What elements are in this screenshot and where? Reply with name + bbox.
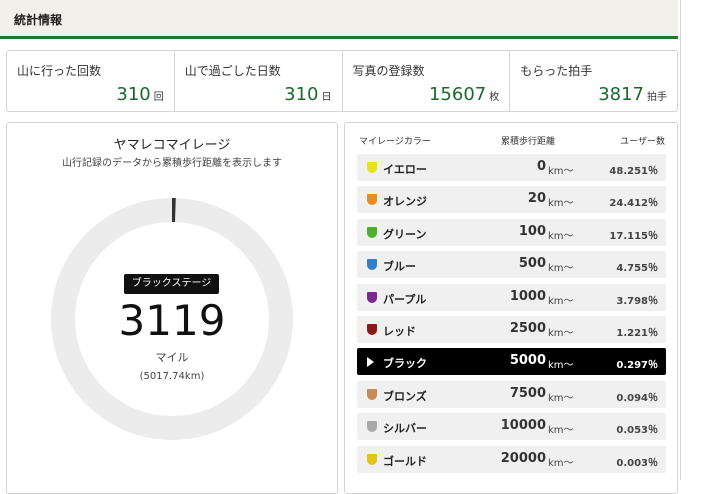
stat-value: 3817 xyxy=(598,84,644,105)
color-badge-icon xyxy=(367,194,377,206)
color-name: グリーン xyxy=(383,227,427,241)
distance-unit: km〜 xyxy=(548,166,574,177)
table-row: ブラック 5000 km〜 0.297％ xyxy=(357,348,666,376)
stat-unit: 日 xyxy=(321,92,332,103)
stat-photo-count: 写真の登録数 15607 枚 xyxy=(341,51,510,111)
color-name: ブロンズ xyxy=(383,389,427,403)
table-row: ブルー 500 km〜 4.755％ xyxy=(357,251,666,279)
user-percent: 0.053％ xyxy=(616,425,658,437)
stat-applause-count: もらった拍手 3817 拍手 xyxy=(509,51,677,111)
user-percent: 48.251％ xyxy=(609,166,658,177)
table-row: イエロー 0 km〜 48.251％ xyxy=(357,154,666,181)
stat-unit: 回 xyxy=(153,92,164,103)
distance-unit: km〜 xyxy=(548,295,574,307)
column-header-distance: 累積歩行距離 xyxy=(501,137,556,147)
user-percent: 3.798％ xyxy=(616,295,658,307)
mileage-unit: マイル xyxy=(155,351,189,364)
color-badge-icon xyxy=(367,259,377,271)
distance-value: 20000 xyxy=(500,450,546,466)
distance-value: 2500 xyxy=(509,321,546,336)
distance-unit: km〜 xyxy=(548,360,574,372)
mileage-color-table: マイレージカラー 累積歩行距離 ユーザー数 イエロー 0 km〜 48.251％ オレン… xyxy=(344,122,678,494)
user-percent: 0.094％ xyxy=(616,392,658,404)
stat-unit: 拍手 xyxy=(647,92,667,103)
stat-label: もらった拍手 xyxy=(520,64,593,78)
color-badge-icon xyxy=(367,291,377,303)
distance-value: 100 xyxy=(518,223,546,239)
section-header: 統計情報 xyxy=(0,0,678,39)
color-name: ブルー xyxy=(383,260,416,274)
color-badge-icon xyxy=(367,226,377,238)
stage-badge: ブラックステージ xyxy=(124,274,219,294)
mileage-title: ヤマレコマイレージ xyxy=(113,138,231,153)
color-badge-icon xyxy=(367,324,377,335)
mileage-value: 3119 xyxy=(118,296,226,345)
table-row: オレンジ 20 km〜 24.412％ xyxy=(357,186,666,214)
current-stage-arrow-icon xyxy=(367,357,374,368)
distance-unit: km〜 xyxy=(548,198,574,210)
distance-unit: km〜 xyxy=(548,263,574,275)
column-header-users: ユーザー数 xyxy=(620,137,665,147)
distance-value: 500 xyxy=(518,256,546,272)
mileage-subtitle: 山行記録のデータから累積歩行距離を表示します xyxy=(62,158,282,169)
color-name: ブラック xyxy=(383,357,427,371)
distance-value: 0 xyxy=(536,159,546,174)
user-percent: 17.115％ xyxy=(609,230,658,242)
distance-value: 20 xyxy=(527,191,546,207)
distance-unit: km〜 xyxy=(548,425,574,437)
user-percent: 1.221％ xyxy=(616,328,658,339)
stat-unit: 枚 xyxy=(489,92,500,103)
distance-unit: km〜 xyxy=(548,457,574,469)
color-badge-icon xyxy=(367,388,377,400)
stats-summary: 山に行った回数 310 回 山で過ごした日数 310 日 写真の登録数 15607 枚… xyxy=(6,50,678,112)
column-header-color: マイレージカラー xyxy=(359,137,431,147)
color-name: ゴールド xyxy=(383,454,427,468)
mileage-panel: ヤマレコマイレージ 山行記録のデータから累積歩行距離を表示します ブラックステー… xyxy=(6,122,338,494)
distance-value: 5000 xyxy=(509,353,546,369)
distance-unit: km〜 xyxy=(548,328,574,339)
table-row: ブロンズ 7500 km〜 0.094％ xyxy=(357,380,666,408)
user-percent: 0.003％ xyxy=(616,457,658,469)
color-name: レッド xyxy=(383,325,416,338)
color-name: オレンジ xyxy=(383,195,427,209)
distance-value: 1000 xyxy=(509,288,546,304)
table-row: ゴールド 20000 km〜 0.003％ xyxy=(357,445,666,473)
stat-label: 山に行った回数 xyxy=(17,64,102,78)
user-percent: 24.412％ xyxy=(609,198,658,210)
table-row: シルバー 10000 km〜 0.053％ xyxy=(357,413,666,441)
color-badge-icon xyxy=(367,453,377,465)
color-badge-icon xyxy=(367,421,377,433)
distance-value: 10000 xyxy=(500,418,546,434)
distance-value: 7500 xyxy=(509,385,546,401)
color-name: イエロー xyxy=(383,163,427,176)
stat-days-count: 山で過ごした日数 310 日 xyxy=(173,51,342,111)
mileage-km: (5017.74km) xyxy=(139,371,205,382)
stat-value: 15607 xyxy=(428,84,487,105)
stat-label: 写真の登録数 xyxy=(352,64,425,78)
stat-value: 310 xyxy=(116,84,151,105)
table-row: パープル 1000 km〜 3.798％ xyxy=(357,283,666,311)
distance-unit: km〜 xyxy=(548,230,574,242)
stat-value: 310 xyxy=(284,84,319,105)
color-badge-icon xyxy=(367,162,377,173)
color-name: パープル xyxy=(383,292,427,306)
table-row: グリーン 100 km〜 17.115％ xyxy=(357,218,666,246)
stat-climb-count: 山に行った回数 310 回 xyxy=(7,51,174,111)
stat-label: 山で過ごした日数 xyxy=(184,64,281,78)
section-title: 統計情報 xyxy=(14,13,63,27)
distance-unit: km〜 xyxy=(548,392,574,404)
user-percent: 4.755％ xyxy=(616,263,658,275)
color-name: シルバー xyxy=(383,422,427,436)
table-row: レッド 2500 km〜 1.221％ xyxy=(357,316,666,343)
content-edge-divider xyxy=(680,0,681,480)
user-percent: 0.297％ xyxy=(616,360,658,372)
